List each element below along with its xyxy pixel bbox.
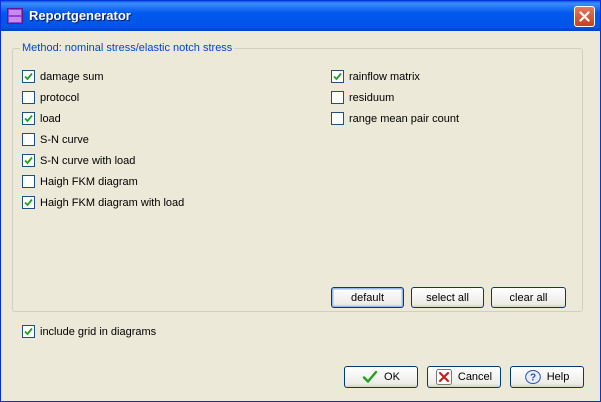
ok-label: OK [384,371,400,383]
checkbox-box[interactable] [331,112,344,125]
checkbox-label: residuum [349,91,395,104]
checkbox-sn-curve[interactable]: S-N curve [22,133,89,146]
checkbox-label: include grid in diagrams [40,325,157,338]
close-icon [579,11,590,22]
checkbox-label: range mean pair count [349,112,460,125]
checkbox-damage-sum[interactable]: damage sum [22,70,104,83]
checkbox-haigh-fkm-diagram[interactable]: Haigh FKM diagram [22,175,138,188]
checkbox-load[interactable]: load [22,112,61,125]
default-button[interactable]: default [331,287,404,308]
checkbox-box[interactable] [22,133,35,146]
checkbox-box[interactable] [22,70,35,83]
checkbox-include-grid[interactable]: include grid in diagrams [22,325,156,338]
check-mark-icon [24,327,33,336]
checkbox-box[interactable] [22,154,35,167]
check-mark-icon [24,198,33,207]
checkbox-box[interactable] [22,112,35,125]
checkbox-box[interactable] [22,325,35,338]
cancel-label: Cancel [457,371,493,383]
checkbox-box[interactable] [331,91,344,104]
checkbox-label: S-N curve [40,133,89,146]
app-icon [7,8,23,24]
checkbox-rainflow-matrix[interactable]: rainflow matrix [331,70,420,83]
close-button[interactable] [574,6,595,27]
check-mark-icon [24,114,33,123]
check-mark-icon [333,72,342,81]
checkbox-box[interactable] [22,175,35,188]
title-bar[interactable]: Reportgenerator [1,1,600,31]
checkbox-box[interactable] [22,196,35,209]
checkmark-icon [362,369,378,385]
check-mark-icon [24,156,33,165]
help-label: Help [546,371,570,383]
x-icon [435,369,452,385]
checkbox-sn-curve-with-load[interactable]: S-N curve with load [22,154,135,167]
checkbox-residuum[interactable]: residuum [331,91,394,104]
checkbox-range-mean-pair-count[interactable]: range mean pair count [331,112,459,125]
window-title: Reportgenerator [29,8,131,23]
ok-button[interactable]: OK [344,366,418,388]
help-button[interactable]: ? Help [510,366,584,388]
checkbox-label: Haigh FKM diagram with load [40,196,185,209]
checkbox-haigh-fkm-diagram-with-load[interactable]: Haigh FKM diagram with load [22,196,184,209]
checkbox-box[interactable] [331,70,344,83]
checkbox-label: Haigh FKM diagram [40,175,138,188]
app-logo-icon [9,10,21,22]
checkbox-label: S-N curve with load [40,154,136,167]
check-mark-icon [24,72,33,81]
select-all-button[interactable]: select all [411,287,484,308]
checkbox-protocol[interactable]: protocol [22,91,79,104]
question-icon: ? [524,369,541,385]
checkbox-label: damage sum [40,70,104,83]
method-group-legend: Method: nominal stress/elastic notch str… [20,42,235,54]
cancel-button[interactable]: Cancel [427,366,501,388]
clear-all-button[interactable]: clear all [491,287,566,308]
checkbox-label: rainflow matrix [349,70,420,83]
report-generator-window: Reportgenerator Method: nominal stress/e… [0,0,601,402]
svg-text:?: ? [530,373,536,384]
checkbox-box[interactable] [22,91,35,104]
checkbox-label: load [40,112,61,125]
checkbox-label: protocol [40,91,80,104]
